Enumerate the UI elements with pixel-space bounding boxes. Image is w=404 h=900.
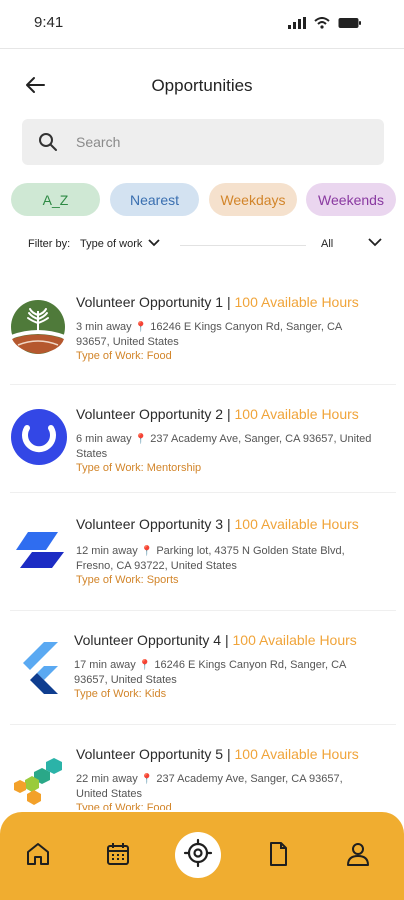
document-icon — [266, 841, 290, 872]
distance: 22 min away — [76, 773, 138, 785]
header: Opportunities — [0, 64, 404, 108]
work-type: Type of Work: Sports — [76, 574, 179, 586]
home-icon — [25, 841, 51, 872]
available-hours: 100 Available Hours — [234, 294, 359, 310]
nav-calendar[interactable] — [102, 840, 134, 872]
chip-nearest[interactable]: Nearest — [110, 183, 199, 216]
farm-logo-icon — [10, 299, 68, 357]
opportunity-title: Volunteer Opportunity 4 | — [74, 632, 233, 648]
bottom-nav — [0, 812, 404, 900]
list-item[interactable]: Volunteer Opportunity 3 | 100 Available … — [0, 494, 404, 610]
location-pin-icon: 📍 — [134, 322, 148, 333]
work-type: Type of Work: Food — [76, 802, 172, 810]
chip-a-z[interactable]: A_Z — [11, 183, 100, 216]
signal-icon — [288, 16, 306, 34]
target-icon — [183, 838, 213, 873]
distance: 3 min away — [76, 321, 132, 333]
distance: 6 min away — [76, 433, 132, 445]
available-hours: 100 Available Hours — [234, 406, 359, 422]
filter-row: Filter by: Type of work All — [28, 236, 388, 256]
parallelogram-logo-icon — [10, 520, 68, 578]
filter-divider — [180, 245, 306, 246]
location-pin-icon: 📍 — [140, 774, 154, 785]
list-item[interactable]: Volunteer Opportunity 4 | 100 Available … — [0, 612, 404, 724]
nav-opportunities[interactable] — [175, 832, 221, 878]
opportunity-list: Volunteer Opportunity 1 | 100 Available … — [0, 280, 404, 810]
profile-icon — [345, 841, 371, 872]
opportunity-title: Volunteer Opportunity 1 | — [76, 294, 235, 310]
opportunity-title: Volunteer Opportunity 5 | — [76, 746, 235, 762]
status-bar: 9:41 — [0, 0, 404, 48]
ring-logo-icon — [10, 408, 68, 466]
chevron-down-icon — [148, 238, 160, 250]
nav-profile[interactable] — [342, 840, 374, 872]
location-pin-icon: 📍 — [134, 434, 148, 445]
distance: 12 min away — [76, 545, 138, 557]
work-type: Type of Work: Mentorship — [76, 462, 202, 474]
list-item[interactable]: Volunteer Opportunity 1 | 100 Available … — [0, 280, 404, 384]
opportunity-title: Volunteer Opportunity 3 | — [76, 516, 235, 532]
chip-weekends[interactable]: Weekends — [306, 183, 396, 216]
status-time: 9:41 — [34, 14, 64, 31]
filter-type-dropdown[interactable]: Type of work — [80, 238, 160, 250]
nav-documents[interactable] — [262, 840, 294, 872]
search-icon — [38, 132, 58, 152]
work-type: Type of Work: Kids — [74, 688, 167, 700]
wifi-icon — [314, 16, 330, 34]
available-hours: 100 Available Hours — [234, 516, 359, 532]
calendar-icon — [105, 841, 131, 872]
location-pin-icon: 📍 — [140, 546, 154, 557]
location-pin-icon: 📍 — [138, 660, 152, 671]
available-hours: 100 Available Hours — [234, 746, 359, 762]
list-divider — [10, 610, 396, 611]
list-item[interactable]: Volunteer Opportunity 5 | 100 Available … — [0, 726, 404, 810]
hexagon-logo-icon — [8, 750, 66, 808]
available-hours: 100 Available Hours — [232, 632, 357, 648]
page-title: Opportunities — [151, 76, 253, 95]
filter-value[interactable]: All — [321, 238, 333, 250]
filter-chips: A_Z Nearest Weekdays Weekends — [10, 183, 400, 217]
search-input[interactable] — [76, 134, 356, 150]
filter-label: Filter by: — [28, 238, 71, 250]
nav-home[interactable] — [22, 840, 54, 872]
chevron-down-icon[interactable] — [368, 238, 382, 250]
status-divider — [0, 48, 404, 49]
list-divider — [10, 384, 396, 385]
battery-icon — [338, 16, 362, 34]
chip-weekdays[interactable]: Weekdays — [209, 183, 297, 216]
opportunity-title: Volunteer Opportunity 2 | — [76, 406, 235, 422]
distance: 17 min away — [74, 659, 136, 671]
work-type: Type of Work: Food — [76, 350, 172, 362]
chevron-logo-icon — [10, 636, 68, 694]
list-item[interactable]: Volunteer Opportunity 2 | 100 Available … — [0, 386, 404, 492]
filter-type-label: Type of work — [80, 238, 143, 250]
list-divider — [10, 724, 396, 725]
list-divider — [10, 492, 396, 493]
status-icons — [288, 16, 362, 34]
search-bar — [22, 119, 384, 165]
